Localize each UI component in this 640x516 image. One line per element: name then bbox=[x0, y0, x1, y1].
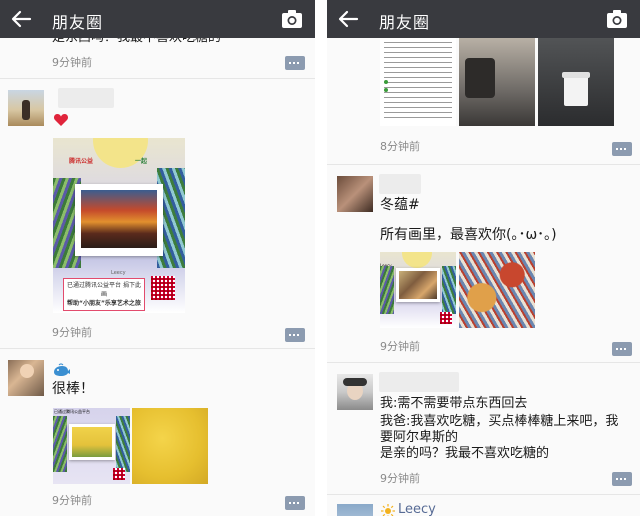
post-time: 9分钟前 bbox=[380, 340, 420, 353]
thumb-plants-right bbox=[442, 266, 456, 314]
poster-qr-code bbox=[151, 276, 175, 300]
poster-caption: 已通过腾讯公益平台 捐下此画 帮助“小朋友”乐享艺术之旅 bbox=[63, 278, 145, 311]
moments-feed: 是东西吗？我最不喜欢吃糖的 9分钟前 腾讯公益 一起 Leecy 已通过腾讯公益… bbox=[0, 30, 315, 516]
avatar-hat bbox=[343, 378, 367, 386]
avatar-face bbox=[20, 364, 34, 378]
post-text-line1: 冬蕴# bbox=[380, 197, 420, 213]
thumb-qr-code bbox=[440, 312, 452, 324]
comment-icon[interactable] bbox=[285, 496, 305, 510]
user-name[interactable]: Leecy bbox=[398, 502, 436, 516]
thumb-caption: 已通过腾讯公益平台 bbox=[53, 408, 105, 416]
poster-brand: 腾讯公益 bbox=[69, 158, 94, 165]
thumb-qr-code bbox=[113, 468, 125, 480]
post-time: 9分钟前 bbox=[380, 472, 420, 485]
post-image-poster[interactable]: 已通过腾讯公益平台 bbox=[53, 408, 130, 484]
thumb-plants-right bbox=[116, 416, 130, 472]
divider bbox=[327, 494, 640, 495]
avatar[interactable] bbox=[337, 374, 373, 410]
thumb-frame bbox=[69, 424, 115, 460]
post-image-poster[interactable]: 腾讯公益 一起 Leecy 已通过腾讯公益平台 捐下此画 帮助“小朋友”乐享艺术… bbox=[53, 138, 185, 313]
poster-frame bbox=[75, 184, 163, 256]
poster-brand-2: 一起 bbox=[135, 158, 148, 165]
post-image-poster[interactable]: Leecy bbox=[380, 252, 456, 328]
thumb-plants-left bbox=[53, 416, 67, 472]
user-name[interactable] bbox=[58, 88, 114, 108]
left-screenshot: 朋友圈 是东西吗？我最不喜欢吃糖的 9分钟前 腾讯公益 一起 bbox=[0, 0, 315, 516]
moments-feed: 8分钟前 冬蕴# 所有画里，最喜欢你(｡･ω･｡) Leecy 9分钟前 bbox=[327, 38, 640, 516]
post-image-car[interactable] bbox=[459, 38, 535, 126]
post-time: 9分钟前 bbox=[52, 326, 92, 339]
article-lines bbox=[384, 42, 452, 122]
right-screenshot: 朋友圈 8分钟前 冬蕴# 所有画里，最喜欢你(｡･ω･｡) 9分钟前 我:需不需… bbox=[327, 0, 640, 516]
poster-artist-name: Leecy bbox=[111, 270, 126, 276]
sun-icon bbox=[381, 504, 395, 516]
post-text-line2: 所有画里，最喜欢你(｡･ω･｡) bbox=[380, 227, 557, 243]
thumb-frame bbox=[396, 268, 440, 302]
camera-icon[interactable] bbox=[281, 9, 303, 29]
avatar[interactable] bbox=[337, 176, 373, 212]
article-green-dot bbox=[384, 80, 388, 84]
avatar-figure bbox=[22, 100, 30, 120]
divider bbox=[0, 78, 315, 79]
comment-icon[interactable] bbox=[285, 328, 305, 342]
post-time: 8分钟前 bbox=[380, 140, 420, 153]
back-arrow-icon[interactable] bbox=[337, 8, 359, 30]
post-image-article[interactable] bbox=[380, 38, 456, 126]
thumb-sun bbox=[402, 252, 432, 268]
avatar[interactable] bbox=[337, 504, 373, 516]
post-image-painting[interactable] bbox=[132, 408, 208, 484]
top-bar: 朋友圈 bbox=[327, 0, 640, 38]
poster-caption-line1: 已通过腾讯公益平台 捐下此画 bbox=[67, 282, 141, 298]
comment-icon[interactable] bbox=[612, 342, 632, 356]
user-name[interactable] bbox=[379, 372, 459, 392]
thumb-painting bbox=[399, 271, 437, 299]
page-title: 朋友圈 bbox=[52, 13, 104, 32]
post-image-painting[interactable] bbox=[459, 252, 535, 328]
whale-icon bbox=[54, 363, 70, 376]
top-bar: 朋友圈 bbox=[0, 0, 315, 38]
cup-lid bbox=[562, 72, 590, 78]
thumb-painting bbox=[72, 427, 112, 457]
back-arrow-icon[interactable] bbox=[10, 8, 32, 30]
post-text: 很棒！ bbox=[52, 381, 94, 397]
comment-icon[interactable] bbox=[612, 142, 632, 156]
divider bbox=[327, 362, 640, 363]
divider bbox=[327, 164, 640, 165]
painting bbox=[81, 190, 157, 248]
post-time: 9分钟前 bbox=[52, 494, 92, 507]
page-title: 朋友圈 bbox=[379, 13, 431, 32]
avatar[interactable] bbox=[8, 360, 44, 396]
camera-icon[interactable] bbox=[606, 9, 628, 29]
poster-caption-line2: 帮助“小朋友”乐享艺术之旅 bbox=[67, 300, 141, 307]
article-green-dot bbox=[384, 88, 388, 92]
comment-icon[interactable] bbox=[612, 472, 632, 486]
car-seat bbox=[465, 58, 495, 98]
thumb-plants-left bbox=[380, 266, 394, 314]
user-name[interactable] bbox=[379, 174, 421, 194]
post-text-line1: 我:需不需要带点东西回去 bbox=[380, 396, 528, 411]
cup bbox=[564, 76, 588, 106]
thumb-caption-text: 已通过腾讯公益平台 bbox=[54, 409, 90, 414]
heart-icon bbox=[53, 114, 69, 126]
post-image-cup[interactable] bbox=[538, 38, 614, 126]
post-time: 9分钟前 bbox=[52, 56, 92, 69]
post-text-line4: 是亲的吗？我最不喜欢吃糖的 bbox=[380, 446, 550, 461]
avatar[interactable] bbox=[8, 90, 44, 126]
divider bbox=[0, 348, 315, 349]
comment-icon[interactable] bbox=[285, 56, 305, 70]
